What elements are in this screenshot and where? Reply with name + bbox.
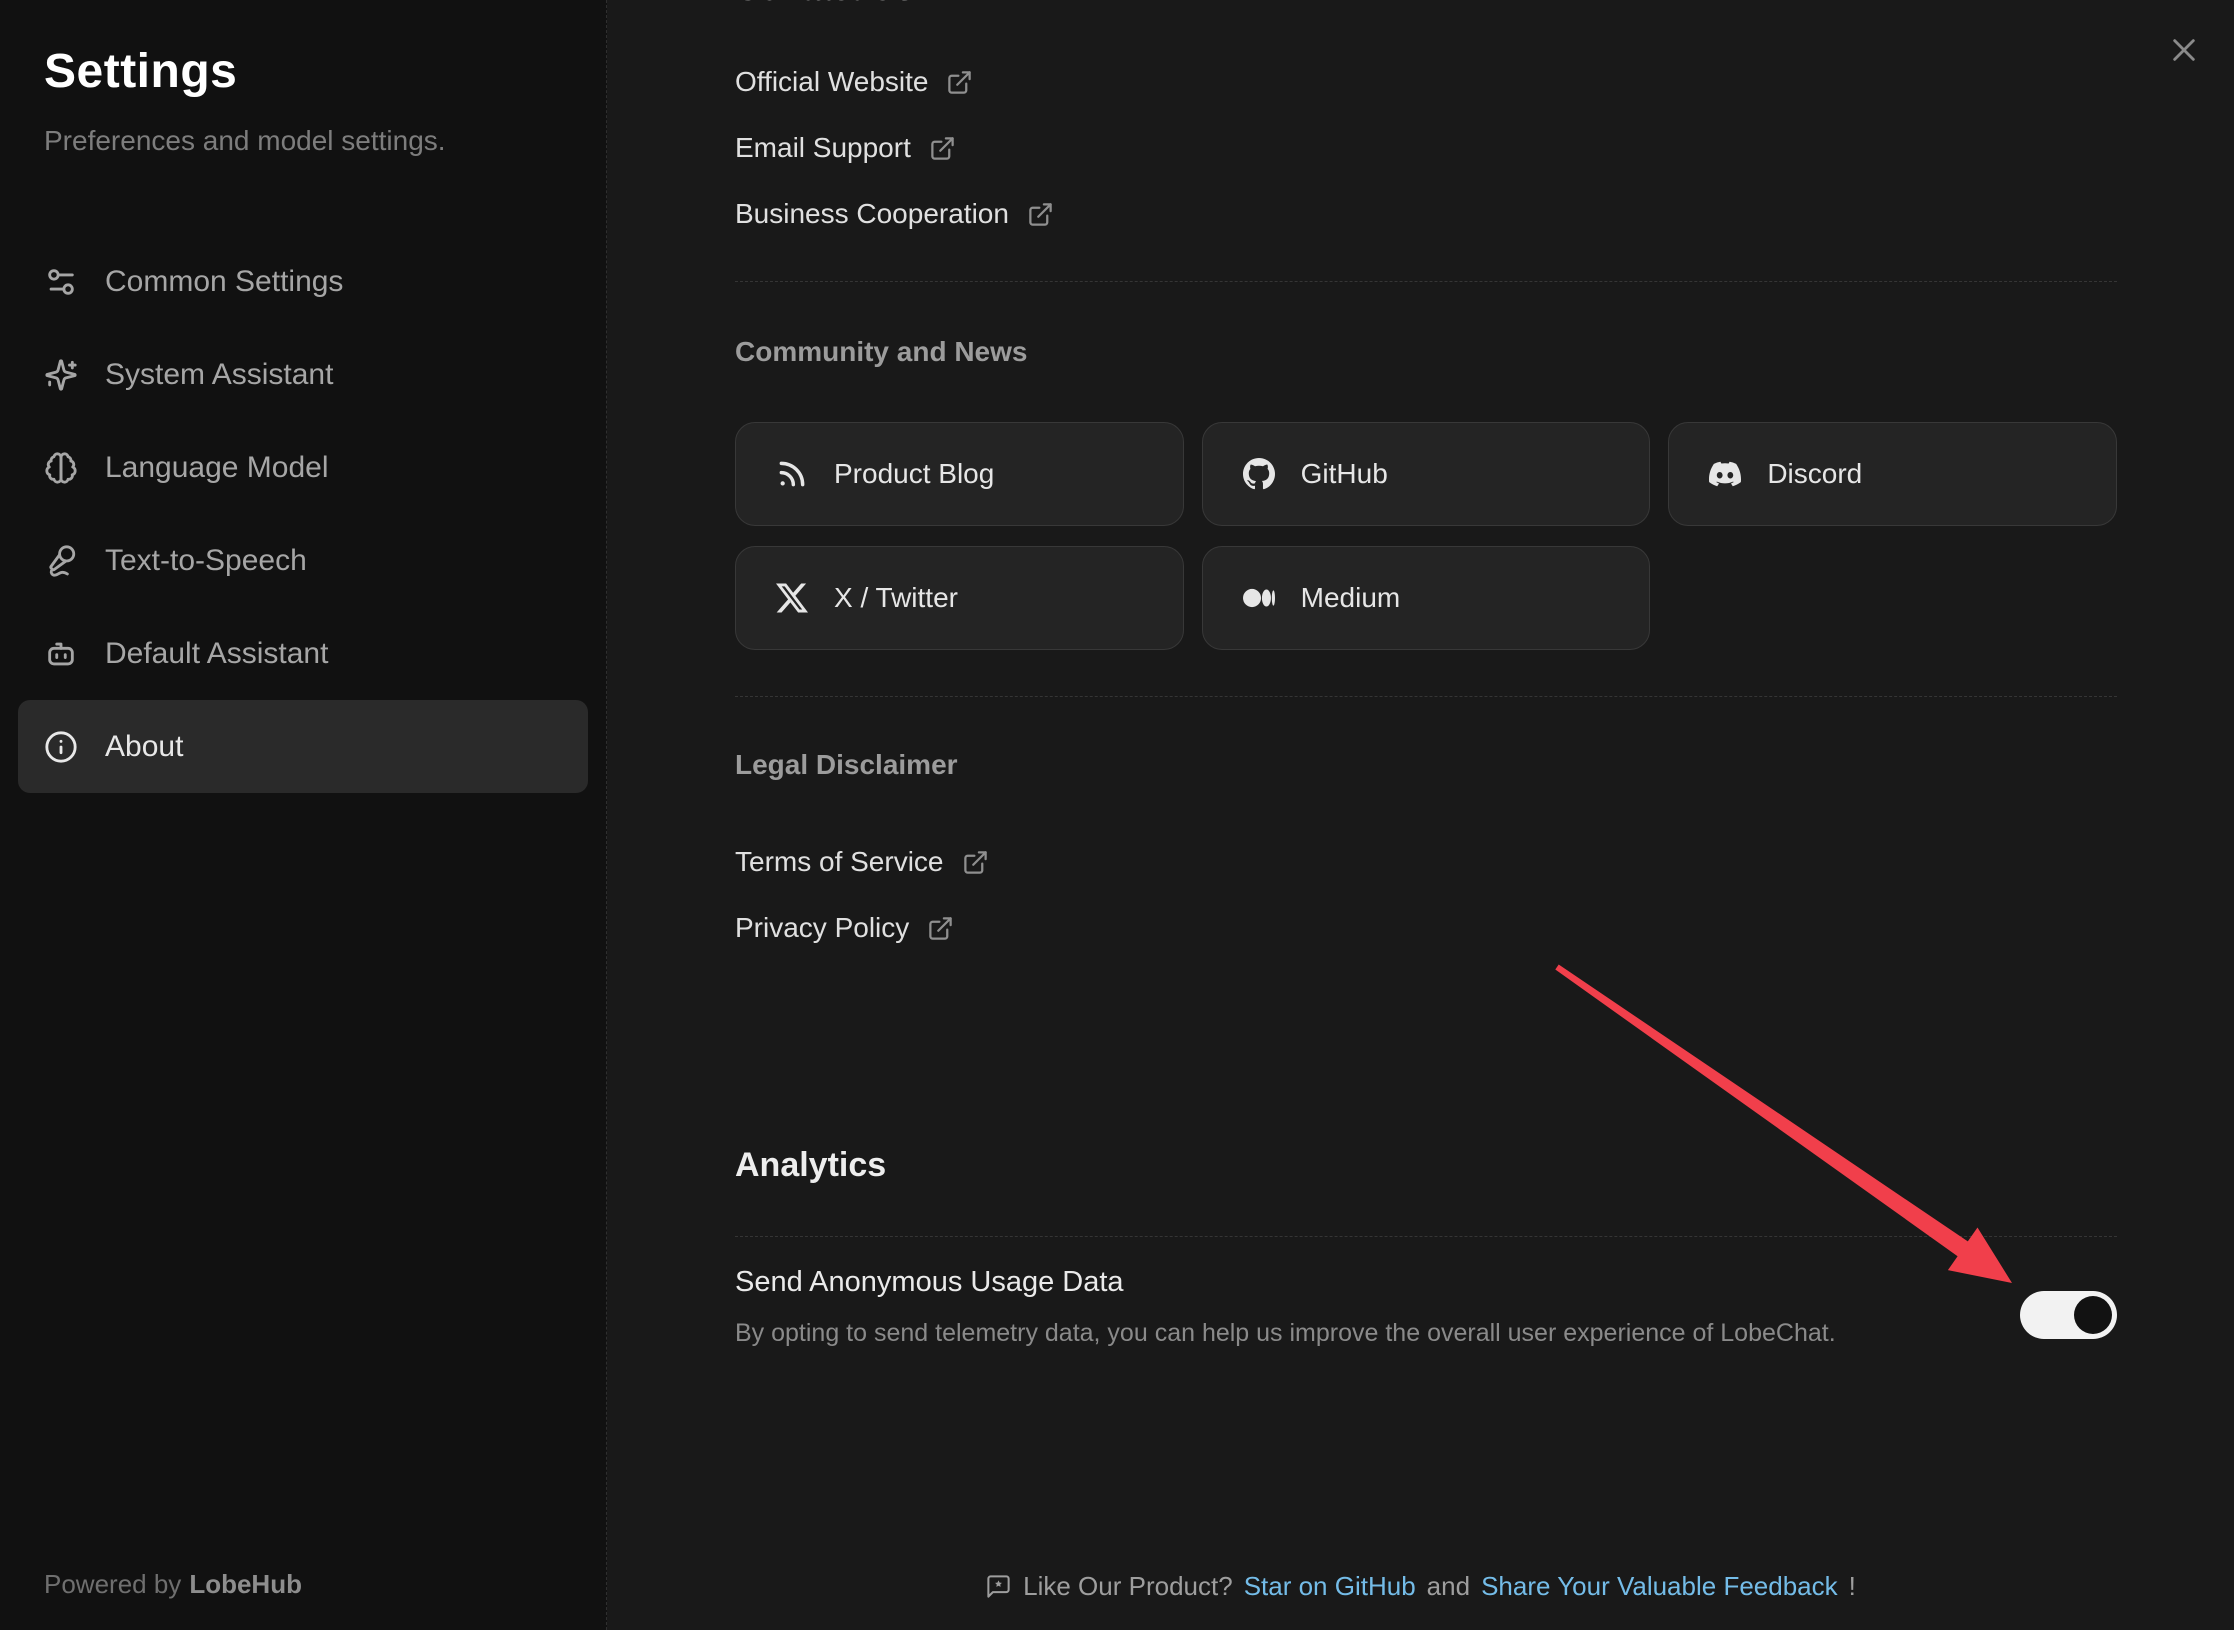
- about-panel: Contact Us Official Website Email Suppor…: [607, 0, 2234, 1630]
- sidebar-item-language-model[interactable]: Language Model: [18, 421, 588, 514]
- external-link-icon: [929, 135, 956, 162]
- business-cooperation-link[interactable]: Business Cooperation: [735, 181, 1054, 247]
- contact-links: Official Website Email Support Business …: [735, 49, 2117, 247]
- settings-modal: Settings Preferences and model settings.…: [0, 0, 2234, 1630]
- x-icon: [776, 582, 808, 614]
- discord-button[interactable]: Discord: [1668, 422, 2117, 526]
- sidebar-item-label: Language Model: [105, 451, 329, 485]
- lobehub-brand[interactable]: LobeHub: [189, 1569, 302, 1599]
- sidebar-item-label: Common Settings: [105, 265, 343, 299]
- sidebar-item-label: System Assistant: [105, 358, 333, 392]
- info-icon: [44, 730, 78, 764]
- message-bubble-icon: [985, 1573, 1012, 1600]
- medium-button[interactable]: Medium: [1202, 546, 1651, 650]
- button-label: Discord: [1767, 458, 1862, 490]
- external-link-icon: [1027, 201, 1054, 228]
- footer-middle: and: [1427, 1571, 1470, 1602]
- powered-by-text: Powered by: [44, 1569, 181, 1599]
- button-label: Medium: [1301, 582, 1401, 614]
- sidebar-item-default-assistant[interactable]: Default Assistant: [18, 607, 588, 700]
- sidebar-header: Settings Preferences and model settings.: [0, 0, 606, 157]
- sidebar-item-common-settings[interactable]: Common Settings: [18, 235, 588, 328]
- link-label: Official Website: [735, 66, 928, 98]
- page-title: Settings: [44, 44, 588, 99]
- telemetry-setting-title: Send Anonymous Usage Data: [735, 1263, 1836, 1301]
- page-subtitle: Preferences and model settings.: [44, 125, 588, 157]
- star-on-github-link[interactable]: Star on GitHub: [1244, 1571, 1416, 1602]
- telemetry-toggle[interactable]: [2020, 1291, 2117, 1339]
- section-divider: [735, 1236, 2117, 1237]
- link-label: Terms of Service: [735, 846, 944, 878]
- section-divider: [735, 281, 2117, 282]
- terms-of-service-link[interactable]: Terms of Service: [735, 829, 989, 895]
- community-heading: Community and News: [735, 334, 2117, 370]
- official-website-link[interactable]: Official Website: [735, 49, 973, 115]
- sidebar-item-text-to-speech[interactable]: Text-to-Speech: [18, 514, 588, 607]
- settings-sidebar: Settings Preferences and model settings.…: [0, 0, 607, 1630]
- sidebar-item-label: About: [105, 730, 183, 764]
- sidebar-item-label: Default Assistant: [105, 637, 328, 671]
- medium-icon: [1243, 582, 1275, 614]
- email-support-link[interactable]: Email Support: [735, 115, 956, 181]
- analytics-heading: Analytics: [735, 1143, 2117, 1187]
- legal-heading: Legal Disclaimer: [735, 747, 2117, 783]
- close-button[interactable]: [2168, 34, 2200, 66]
- link-label: Email Support: [735, 132, 911, 164]
- external-link-icon: [927, 915, 954, 942]
- rss-icon: [776, 458, 808, 490]
- section-divider: [735, 696, 2117, 697]
- sliders-icon: [44, 265, 78, 299]
- share-feedback-link[interactable]: Share Your Valuable Feedback: [1481, 1571, 1838, 1602]
- external-link-icon: [946, 69, 973, 96]
- sidebar-nav: Common Settings System Assistant Languag…: [0, 235, 606, 793]
- telemetry-setting-text: Send Anonymous Usage Data By opting to s…: [735, 1263, 1836, 1349]
- x-twitter-button[interactable]: X / Twitter: [735, 546, 1184, 650]
- powered-by: Powered by LobeHub: [44, 1569, 302, 1600]
- button-label: X / Twitter: [834, 582, 958, 614]
- github-icon: [1243, 458, 1275, 490]
- sparkles-icon: [44, 358, 78, 392]
- legal-links: Terms of Service Privacy Policy: [735, 829, 2117, 961]
- telemetry-setting-row: Send Anonymous Usage Data By opting to s…: [735, 1263, 2117, 1349]
- sidebar-item-about[interactable]: About: [18, 700, 588, 793]
- privacy-policy-link[interactable]: Privacy Policy: [735, 895, 954, 961]
- link-label: Privacy Policy: [735, 912, 909, 944]
- footer-prefix: Like Our Product?: [1023, 1571, 1233, 1602]
- github-button[interactable]: GitHub: [1202, 422, 1651, 526]
- community-buttons: Product Blog GitHub Discord X / Twitter: [735, 422, 2117, 650]
- footer-suffix: !: [1849, 1571, 1856, 1602]
- close-icon: [2170, 36, 2198, 64]
- mic-icon: [44, 544, 78, 578]
- button-label: Product Blog: [834, 458, 994, 490]
- button-label: GitHub: [1301, 458, 1388, 490]
- discord-icon: [1709, 458, 1741, 490]
- toggle-knob: [2074, 1296, 2112, 1334]
- brain-icon: [44, 451, 78, 485]
- external-link-icon: [962, 849, 989, 876]
- bot-icon: [44, 637, 78, 671]
- sidebar-item-system-assistant[interactable]: System Assistant: [18, 328, 588, 421]
- telemetry-setting-description: By opting to send telemetry data, you ca…: [735, 1317, 1836, 1349]
- feedback-footer: Like Our Product? Star on GitHub and Sha…: [607, 1571, 2234, 1602]
- contact-us-heading: Contact Us: [735, 0, 914, 9]
- link-label: Business Cooperation: [735, 198, 1009, 230]
- product-blog-button[interactable]: Product Blog: [735, 422, 1184, 526]
- sidebar-item-label: Text-to-Speech: [105, 544, 307, 578]
